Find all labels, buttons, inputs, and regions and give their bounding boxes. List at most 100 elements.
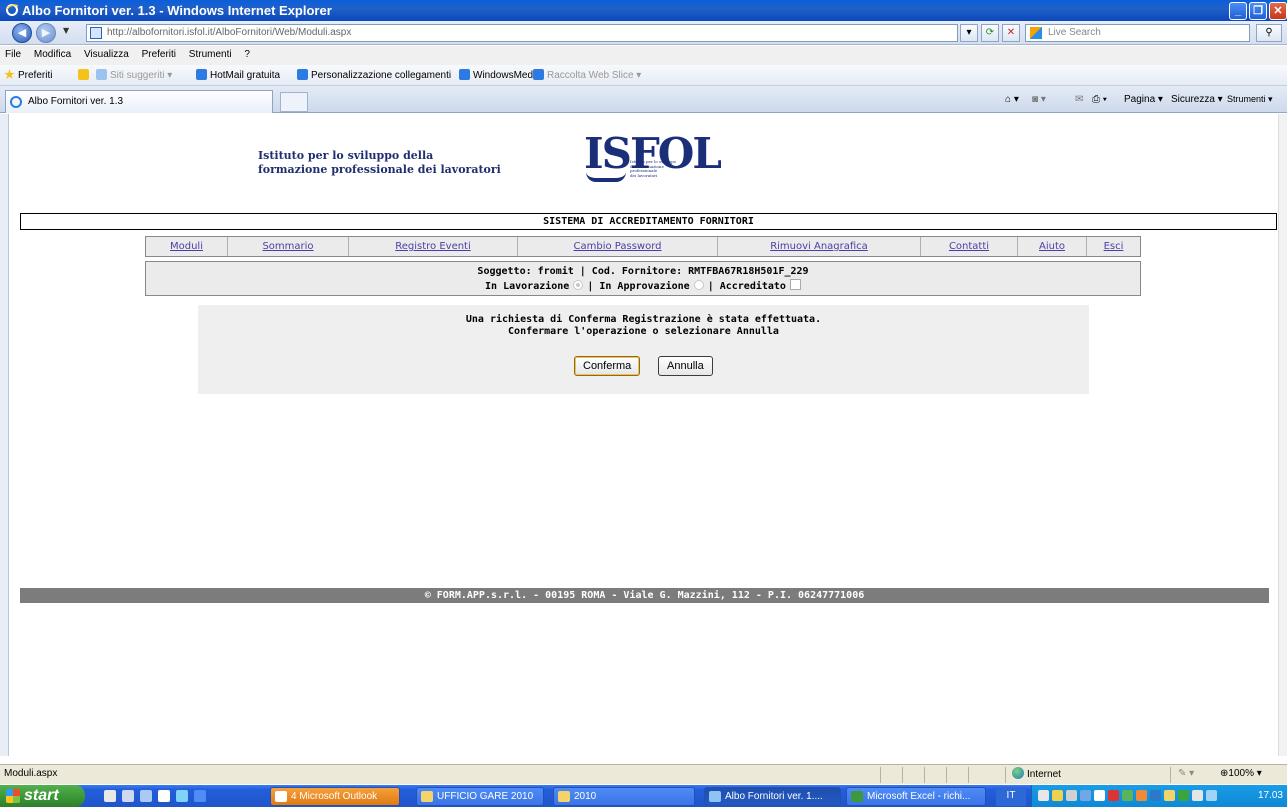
search-input[interactable]: Live Search <box>1025 24 1250 42</box>
browser-status-bar: Moduli.aspx Internet ✎ ▾ ⊕100% ▾ <box>0 764 1287 784</box>
fav-personalizzazione[interactable]: Personalizzazione collegamenti <box>297 69 451 81</box>
task-albo-fornitori[interactable]: Albo Fornitori ver. 1.... <box>704 787 841 806</box>
page-icon <box>90 27 102 39</box>
page-footer: © FORM.APP.s.r.l. - 00195 ROMA - Viale G… <box>20 588 1269 603</box>
forward-button[interactable]: ▶ <box>36 23 56 43</box>
clock[interactable]: 17.03 <box>1258 790 1283 801</box>
logo-swoosh <box>586 172 626 182</box>
quicklaunch-ie2-icon[interactable] <box>194 790 206 802</box>
tray-icon[interactable] <box>1094 790 1105 801</box>
tray-icon[interactable] <box>1080 790 1091 801</box>
main-nav: Moduli Sommario Registro Eventi Cambio P… <box>145 236 1141 257</box>
volume-icon[interactable] <box>1192 790 1203 801</box>
page-content: Istituto per lo sviluppo della formazion… <box>9 114 1277 756</box>
tray-icon[interactable] <box>1178 790 1189 801</box>
nav-rimuovi-anagrafica[interactable]: Rimuovi Anagrafica <box>718 237 921 256</box>
favorites-button[interactable]: Preferiti <box>4 69 52 81</box>
tray-icon[interactable] <box>1136 790 1147 801</box>
supplier-info: Soggetto: fromit | Cod. Fornitore: RMTFB… <box>477 266 809 277</box>
browser-tab[interactable]: Albo Fornitori ver. 1.3 <box>5 90 273 113</box>
tray-icon[interactable] <box>1038 790 1049 801</box>
task-outlook[interactable]: 4 Microsoft Outlook <box>270 787 400 806</box>
tray-icon[interactable] <box>1164 790 1175 801</box>
tab-title: Albo Fornitori ver. 1.3 <box>28 96 124 107</box>
task-2010-folder[interactable]: 2010 <box>553 787 695 806</box>
search-button[interactable]: ⚲ <box>1256 24 1282 42</box>
close-window-button[interactable]: ✕ <box>1269 2 1287 20</box>
network-icon[interactable] <box>1066 790 1077 801</box>
nav-aiuto[interactable]: Aiuto <box>1018 237 1087 256</box>
security-zone: Internet <box>1012 767 1061 780</box>
menu-modifica[interactable]: Modifica <box>29 46 76 60</box>
nav-sommario[interactable]: Sommario <box>228 237 349 256</box>
confirm-button[interactable]: Conferma <box>574 356 641 376</box>
star-icon <box>4 69 15 80</box>
state-accreditato-checkbox <box>789 279 801 290</box>
tray-icon[interactable] <box>1150 790 1161 801</box>
quicklaunch-doc-icon[interactable] <box>122 790 134 802</box>
confirmation-panel: Una richiesta di Conferma Registrazione … <box>198 305 1089 394</box>
home-icon[interactable]: ⌂ ▾ <box>1005 94 1019 105</box>
stop-icon[interactable]: ✕ <box>1002 24 1020 42</box>
fav-hotmail[interactable]: HotMail gratuita <box>196 69 280 81</box>
window-title-bar[interactable]: Albo Fornitori ver. 1.3 - Windows Intern… <box>0 0 1287 21</box>
nav-esci[interactable]: Esci <box>1087 237 1140 256</box>
tray-icon[interactable] <box>1122 790 1133 801</box>
zoom-level[interactable]: ⊕100% ▾ <box>1220 768 1262 779</box>
task-excel[interactable]: Microsoft Excel - richi... <box>846 787 986 806</box>
print-icon[interactable]: ⎙ ▾ <box>1092 94 1107 105</box>
address-url: http://albofornitori.isfol.it/AlboFornit… <box>107 27 352 38</box>
organization-name: Istituto per lo sviluppo della formazion… <box>258 149 501 177</box>
tray-icon[interactable] <box>1206 790 1217 801</box>
minimize-button[interactable]: _ <box>1229 2 1247 20</box>
address-dropdown-button[interactable]: ▾ <box>960 24 978 42</box>
nav-moduli[interactable]: Moduli <box>146 237 228 256</box>
left-frame-border <box>0 114 9 756</box>
system-title: SISTEMA DI ACCREDITAMENTO FORNITORI <box>20 213 1277 230</box>
language-indicator[interactable]: IT <box>996 787 1026 806</box>
org-line-1: Istituto per lo sviluppo della <box>258 149 434 162</box>
address-bar[interactable]: http://albofornitori.isfol.it/AlboFornit… <box>86 24 958 42</box>
fav-windowsmedia[interactable]: WindowsMedia <box>459 69 541 81</box>
page-menu[interactable]: Pagina ▾ <box>1124 94 1163 105</box>
tray-icon[interactable] <box>1052 790 1063 801</box>
menu-strumenti[interactable]: Strumenti <box>184 46 237 60</box>
nav-contatti[interactable]: Contatti <box>921 237 1018 256</box>
task-ufficio-gare[interactable]: UFFICIO GARE 2010 <box>416 787 544 806</box>
search-placeholder: Live Search <box>1048 27 1101 38</box>
refresh-icon[interactable]: ⟳ <box>981 24 999 42</box>
quicklaunch-messenger-icon[interactable] <box>176 790 188 802</box>
cancel-button[interactable]: Annulla <box>658 356 713 376</box>
quicklaunch-ie-icon[interactable] <box>140 790 152 802</box>
fav-raccolta-web-slice[interactable]: Raccolta Web Slice ▾ <box>533 69 641 81</box>
state-in-lavorazione-radio <box>573 280 584 290</box>
ie-page-icon <box>459 69 470 80</box>
vertical-scrollbar[interactable] <box>1278 114 1287 756</box>
menu-preferiti[interactable]: Preferiti <box>137 46 181 60</box>
quicklaunch-outlook-icon[interactable] <box>104 790 116 802</box>
nav-registro-eventi[interactable]: Registro Eventi <box>349 237 518 256</box>
menu-file[interactable]: File <box>0 46 26 60</box>
live-search-icon <box>1030 27 1042 39</box>
menu-help[interactable]: ? <box>239 46 255 60</box>
tools-menu[interactable]: Strumenti ▾ <box>1227 94 1273 105</box>
security-menu[interactable]: Sicurezza ▾ <box>1171 94 1223 105</box>
back-button[interactable]: ◀ <box>12 23 32 43</box>
maximize-button[interactable]: ❐ <box>1249 2 1267 20</box>
state-accreditato-label: | Accreditato <box>707 281 786 292</box>
new-tab-button[interactable] <box>280 92 308 112</box>
menu-visualizza[interactable]: Visualizza <box>79 46 134 60</box>
feeds-icon[interactable]: ◙ ▾ <box>1032 94 1046 105</box>
taskbar: start 4 Microsoft Outlook UFFICIO GARE 2… <box>0 785 1287 807</box>
start-button[interactable]: start <box>0 785 85 807</box>
tray-icon[interactable] <box>1108 790 1119 801</box>
history-dropdown-icon[interactable]: ▼ <box>63 26 69 35</box>
state-in-lavorazione-label: In Lavorazione <box>485 281 570 292</box>
ie-page-icon <box>96 69 107 80</box>
mail-icon[interactable]: ✉ <box>1075 94 1083 105</box>
fav-siti-suggeriti[interactable]: Siti suggeriti ▾ <box>96 69 172 81</box>
add-favorite-icon[interactable] <box>78 69 92 81</box>
nav-cambio-password[interactable]: Cambio Password <box>518 237 718 256</box>
protected-mode-icon[interactable]: ✎ ▾ <box>1178 768 1194 779</box>
quicklaunch-app-icon[interactable] <box>158 790 170 802</box>
